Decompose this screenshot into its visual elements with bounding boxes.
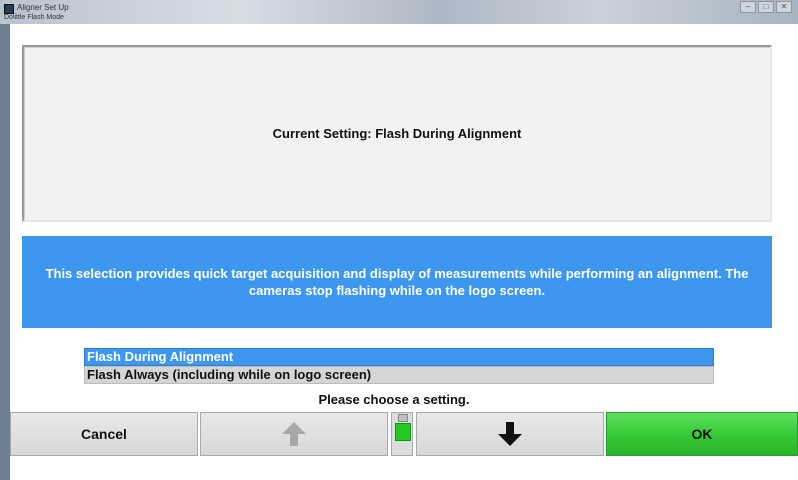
description-panel: This selection provides quick target acq… [22, 236, 772, 328]
down-arrow-icon [498, 422, 522, 446]
button-bar: Cancel OK [10, 412, 798, 456]
prompt-text: Please choose a setting. [318, 392, 470, 407]
cancel-button[interactable]: Cancel [10, 412, 198, 456]
list-item-flash-during-alignment[interactable]: Flash During Alignment [84, 348, 714, 366]
cancel-button-label: Cancel [81, 426, 127, 442]
move-up-button[interactable] [200, 412, 388, 456]
move-down-button[interactable] [416, 412, 604, 456]
ok-button[interactable]: OK [606, 412, 798, 456]
current-setting-panel: Current Setting: Flash During Alignment [22, 45, 772, 222]
scroll-up-arrow[interactable] [398, 414, 408, 422]
ok-button-label: OK [691, 426, 713, 442]
description-text: This selection provides quick target acq… [45, 266, 749, 298]
close-button[interactable]: ✕ [776, 1, 792, 13]
list-item-flash-always[interactable]: Flash Always (including while on logo sc… [84, 366, 714, 384]
up-arrow-icon [282, 422, 306, 446]
title-bar[interactable]: Aligner Set Up Dolittle Flash Mode – □ ✕ [0, 0, 798, 24]
window-subtitle: Dolittle Flash Mode [4, 14, 64, 21]
window-title: Aligner Set Up [17, 3, 69, 12]
scroll-thumb[interactable] [395, 423, 411, 441]
list-scrollbar[interactable] [391, 412, 413, 456]
window-controls: – □ ✕ [740, 1, 792, 13]
settings-list: Flash During Alignment Flash Always (inc… [84, 348, 714, 384]
application-window: Aligner Set Up Dolittle Flash Mode – □ ✕… [0, 0, 798, 480]
app-icon [4, 4, 14, 14]
current-setting-text: Current Setting: Flash During Alignment [272, 126, 522, 141]
minimize-button[interactable]: – [740, 1, 756, 13]
maximize-button[interactable]: □ [758, 1, 774, 13]
